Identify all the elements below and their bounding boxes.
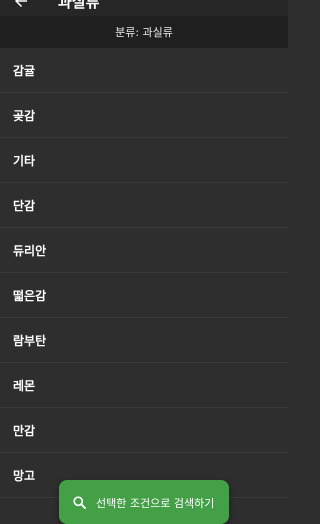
list-item[interactable]: 듀리안 [0, 228, 288, 273]
list-item-label: 떫은감 [13, 288, 47, 303]
list-item-label: 감귤 [13, 63, 36, 78]
list-item[interactable]: 만감 [0, 408, 288, 453]
list-item[interactable]: 곶감 [0, 93, 288, 138]
list-item-label: 곶감 [13, 108, 36, 123]
list-item[interactable]: 기타 [0, 138, 288, 183]
category-subheader: 분류: 과실류 [0, 16, 288, 48]
list-item[interactable]: 떫은감 [0, 273, 288, 318]
list-item-label: 람부탄 [13, 333, 47, 348]
search-icon [73, 496, 87, 510]
list-item[interactable]: 람부탄 [0, 318, 288, 363]
search-with-filters-button[interactable]: 선택한 조건으로 검색하기 [59, 480, 229, 524]
search-button-label: 선택한 조건으로 검색하기 [96, 497, 215, 510]
list-item-label: 만감 [13, 423, 36, 438]
list-item-label: 레몬 [13, 378, 36, 393]
list-item[interactable]: 레몬 [0, 363, 288, 408]
list-item-label: 망고 [13, 468, 36, 483]
category-label: 분류: 과실류 [115, 26, 173, 39]
list-item[interactable]: 감귤 [0, 48, 288, 93]
list-item[interactable]: 단감 [0, 183, 288, 228]
list-item-label: 듀리안 [13, 243, 47, 258]
list-item-label: 단감 [13, 198, 36, 213]
item-list: 감귤 곶감 기타 단감 듀리안 떫은감 람부탄 레몬 만감 망고 [0, 48, 288, 498]
app-bar: 과실류 [0, 0, 288, 16]
arrow-left-icon[interactable] [12, 0, 30, 10]
page-title: 과실류 [58, 0, 100, 11]
list-item-label: 기타 [13, 153, 36, 168]
